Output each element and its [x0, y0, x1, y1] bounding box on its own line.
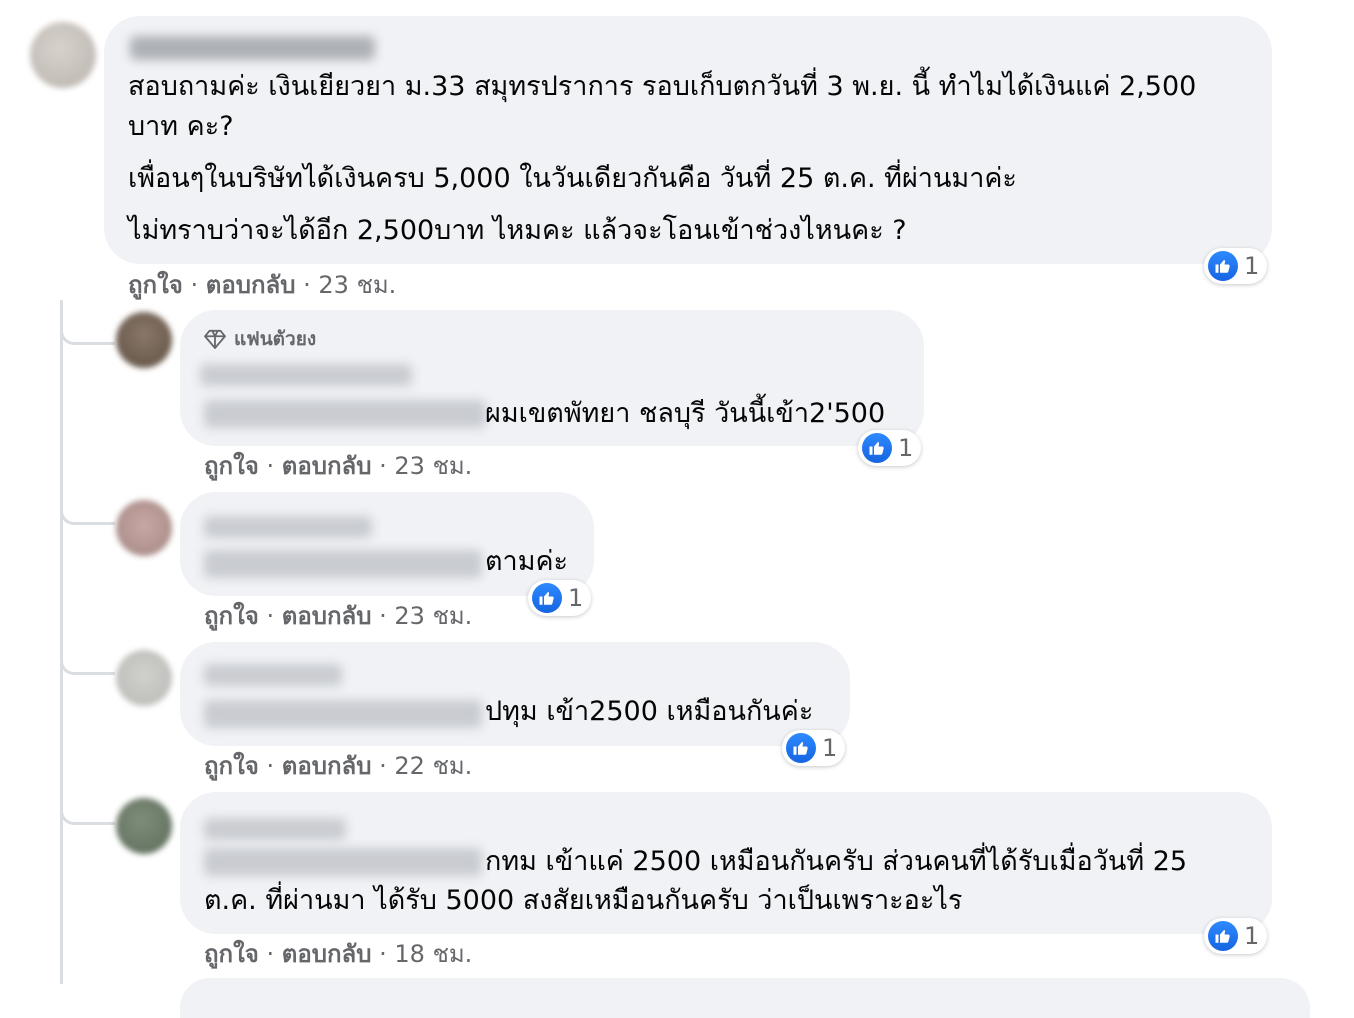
like-thumb-icon [786, 733, 816, 763]
comment-actions: ถูกใจ · ตอบกลับ · 23 ชม. [204, 601, 472, 631]
separator: · [379, 940, 387, 968]
reply-bubble: แฟนตัวยง ผมเขตพัทยา ชลบุรี วันนี้เข้า2'5… [180, 310, 924, 446]
thread-branch [60, 490, 115, 525]
badge-label: แฟนตัวยง [234, 328, 317, 350]
timestamp[interactable]: 22 ชม. [394, 752, 472, 780]
separator: · [266, 940, 275, 968]
reply-link[interactable]: ตอบกลับ [282, 602, 372, 630]
thread-branch [60, 640, 115, 675]
badge: แฟนตัวยง [204, 324, 316, 354]
avatar[interactable] [116, 500, 172, 556]
avatar[interactable] [116, 650, 172, 706]
thread-branch [60, 310, 115, 345]
reaction-number: 1 [822, 734, 838, 762]
reaction-count[interactable]: 1 [1204, 918, 1268, 954]
comment-text-line: บาท คะ? [128, 111, 234, 142]
mention-tag[interactable] [204, 400, 486, 428]
reply-link[interactable]: ตอบกลับ [282, 452, 372, 480]
reply-link[interactable]: ตอบกลับ [282, 752, 372, 780]
author-name[interactable] [204, 664, 342, 686]
separator: · [190, 271, 199, 299]
separator: · [266, 752, 275, 780]
author-name[interactable] [130, 36, 375, 60]
author-name[interactable] [204, 818, 346, 840]
timestamp[interactable]: 23 ชม. [394, 452, 472, 480]
timestamp[interactable]: 18 ชม. [394, 940, 472, 968]
avatar[interactable] [30, 22, 96, 88]
reply-bubble-partial [180, 978, 1310, 1018]
timestamp[interactable]: 23 ชม. [394, 602, 472, 630]
separator: · [266, 452, 275, 480]
reply-text-line: ต.ค. ที่ผ่านมา ได้รับ 5000 สงสัยเหมือนกั… [204, 885, 963, 916]
mention-tag[interactable] [204, 848, 482, 876]
timestamp[interactable]: 23 ชม. [318, 271, 396, 299]
avatar[interactable] [116, 798, 172, 854]
separator: · [303, 271, 311, 299]
comment-actions: ถูกใจ · ตอบกลับ · 22 ชม. [204, 751, 472, 781]
comment-actions: ถูกใจ · ตอบกลับ · 18 ชม. [204, 939, 472, 969]
like-link[interactable]: ถูกใจ [204, 452, 259, 480]
comment-text-line: ไม่ทราบว่าจะได้อีก 2,500บาท ไหมคะ แล้วจะ… [128, 215, 907, 246]
separator: · [379, 752, 387, 780]
reply-text: ผมเขตพัทยา ชลบุรี วันนี้เข้า2'500 [485, 398, 886, 429]
like-link[interactable]: ถูกใจ [204, 602, 259, 630]
author-name[interactable] [200, 364, 412, 386]
separator: · [379, 602, 387, 630]
reaction-number: 1 [568, 584, 584, 612]
like-link[interactable]: ถูกใจ [204, 752, 259, 780]
comment-text-line: เพื่อนๆในบริษัทได้เงินครบ 5,000 ในวันเดี… [128, 163, 1017, 194]
reply-text: ปทุม เข้า2500 เหมือนกันค่ะ [485, 696, 814, 727]
avatar[interactable] [116, 312, 172, 368]
reply-link[interactable]: ตอบกลับ [282, 940, 372, 968]
thread-branch [60, 790, 115, 825]
like-link[interactable]: ถูกใจ [204, 940, 259, 968]
reply-bubble: กทม เข้าแค่ 2500 เหมือนกันครับ ส่วนคนที่… [180, 792, 1272, 934]
reply-bubble: ปทุม เข้า2500 เหมือนกันค่ะ [180, 642, 850, 746]
separator: · [379, 452, 387, 480]
mention-tag[interactable] [204, 700, 482, 728]
reaction-count[interactable]: 1 [1204, 248, 1268, 284]
separator: · [266, 602, 275, 630]
comment-bubble: สอบถามค่ะ เงินเยียวยา ม.33 สมุทรปราการ ร… [104, 16, 1272, 264]
like-thumb-icon [532, 583, 562, 613]
comment-actions: ถูกใจ · ตอบกลับ · 23 ชม. [128, 270, 396, 300]
reaction-count[interactable]: 1 [782, 730, 846, 766]
like-thumb-icon [1208, 251, 1238, 281]
like-thumb-icon [1208, 921, 1238, 951]
reaction-count[interactable]: 1 [858, 430, 922, 466]
reaction-number: 1 [1244, 252, 1260, 280]
diamond-icon [204, 329, 226, 349]
reaction-number: 1 [898, 434, 914, 462]
comment-actions: ถูกใจ · ตอบกลับ · 23 ชม. [204, 451, 472, 481]
reaction-count[interactable]: 1 [528, 580, 592, 616]
reaction-number: 1 [1244, 922, 1260, 950]
reply-link[interactable]: ตอบกลับ [206, 271, 296, 299]
reply-bubble: ตามค่ะ [180, 492, 594, 596]
comment-text-line: สอบถามค่ะ เงินเยียวยา ม.33 สมุทรปราการ ร… [128, 71, 1197, 102]
like-thumb-icon [862, 433, 892, 463]
mention-tag[interactable] [204, 550, 482, 578]
like-link[interactable]: ถูกใจ [128, 271, 183, 299]
author-name[interactable] [204, 516, 372, 538]
